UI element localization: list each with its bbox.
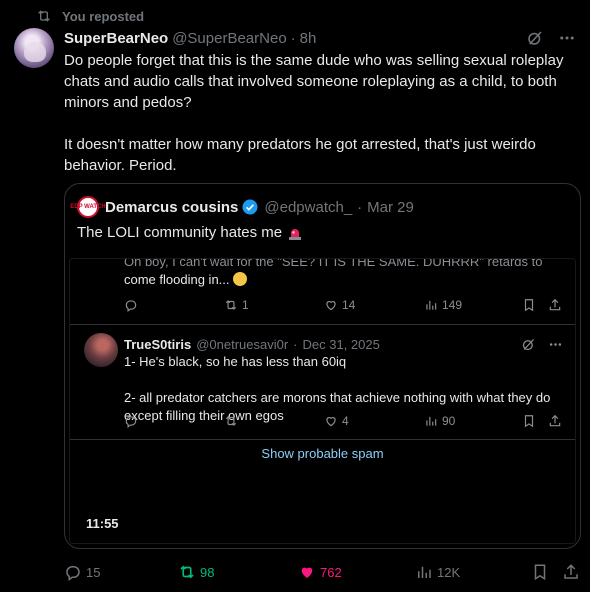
quoted-tweet[interactable]: EDP WATCH Demarcus cousins @edpwatch_ · … xyxy=(64,183,581,549)
grok-icon[interactable] xyxy=(521,337,536,352)
repost-button[interactable]: 1 xyxy=(224,298,249,312)
author-handle[interactable]: @SuperBearNeo xyxy=(172,30,286,47)
bookmark-icon xyxy=(524,415,534,428)
share-icon xyxy=(549,414,561,427)
show-probable-spam-link[interactable]: Show probable spam xyxy=(70,446,575,461)
heart-icon xyxy=(301,567,313,578)
verified-badge-icon xyxy=(242,199,258,215)
dot-separator: · xyxy=(293,336,298,352)
views-icon xyxy=(418,566,431,578)
quote-date[interactable]: Mar 29 xyxy=(367,199,414,216)
reply-header: TrueS0tiris @0netruesavi0r · Dec 31, 202… xyxy=(124,335,563,353)
reply-stats: 4 90 xyxy=(124,414,564,430)
reply-line-1: 1- He's black, so he has less than 60iq xyxy=(124,354,347,369)
reply-icon xyxy=(125,416,137,428)
like-button[interactable]: 14 xyxy=(324,298,355,312)
siren-emoji-icon xyxy=(289,228,302,240)
like-count: 14 xyxy=(342,298,356,312)
quote-author-handle[interactable]: @edpwatch_ xyxy=(264,199,352,216)
previous-reply-stats: 1 14 149 xyxy=(124,298,564,314)
like-count: 4 xyxy=(342,414,349,428)
like-count: 762 xyxy=(320,564,342,580)
quote-author-name[interactable]: Demarcus cousins xyxy=(105,199,238,216)
quote-avatar-text: EDP WATCH xyxy=(70,204,106,210)
repost-icon xyxy=(225,416,237,426)
reply-icon xyxy=(125,300,137,312)
grimace-emoji-icon xyxy=(232,272,247,286)
reply-button[interactable] xyxy=(124,414,142,428)
repost-indicator: You reposted xyxy=(36,7,144,25)
share-button[interactable] xyxy=(548,298,562,312)
reply-count: 15 xyxy=(86,564,101,580)
share-button[interactable] xyxy=(548,414,562,428)
repost-count: 1 xyxy=(242,298,249,312)
share-icon xyxy=(564,564,578,579)
divider xyxy=(70,439,575,440)
like-button[interactable]: 4 xyxy=(324,414,349,428)
quote-text-row: The LOLI community hates me xyxy=(77,224,303,241)
views-button[interactable]: 90 xyxy=(424,414,455,428)
previous-reply-line-1: Oh boy, I can't wait for the "SEE? IT IS… xyxy=(124,258,543,269)
tweet-text-paragraph-1: Do people forget that this is the same d… xyxy=(64,52,564,111)
more-icon[interactable] xyxy=(558,29,576,47)
divider xyxy=(70,324,575,325)
previous-reply-text: Oh boy, I can't wait for the "SEE? IT IS… xyxy=(124,258,564,289)
views-count: 90 xyxy=(442,414,456,428)
tweet-action-bar: 15 98 762 12K xyxy=(64,563,584,583)
tweet-text: Do people forget that this is the same d… xyxy=(64,50,574,176)
heart-icon xyxy=(326,301,336,311)
tweet-time[interactable]: 8h xyxy=(300,30,317,47)
repost-icon xyxy=(225,300,237,310)
bookmark-button[interactable] xyxy=(522,414,536,428)
heart-icon xyxy=(326,417,336,427)
repost-count: 98 xyxy=(200,564,215,580)
tweet-text-paragraph-2: It doesn't matter how many predators he … xyxy=(64,136,536,174)
bookmark-button[interactable] xyxy=(531,563,549,581)
reply-date[interactable]: Dec 31, 2025 xyxy=(303,337,380,352)
dot-separator: · xyxy=(290,29,296,47)
repost-icon xyxy=(180,565,194,579)
repost-button[interactable]: 98 xyxy=(178,563,214,581)
quote-avatar[interactable]: EDP WATCH xyxy=(70,196,106,218)
share-icon xyxy=(549,298,561,311)
bookmark-button[interactable] xyxy=(522,298,536,312)
grok-icon[interactable] xyxy=(526,29,544,47)
author-name[interactable]: SuperBearNeo xyxy=(64,30,168,47)
reply-icon xyxy=(66,566,80,581)
views-count: 149 xyxy=(442,298,463,312)
repost-button[interactable] xyxy=(224,414,242,428)
views-button[interactable]: 149 xyxy=(424,298,462,312)
reply-author-avatar[interactable] xyxy=(84,333,118,367)
repost-label: You reposted xyxy=(62,8,145,24)
bookmark-icon xyxy=(524,299,534,312)
reply-author-handle[interactable]: @0netruesavi0r xyxy=(196,337,288,352)
dot-separator: · xyxy=(357,198,363,216)
share-button[interactable] xyxy=(562,563,580,581)
reply-button[interactable]: 15 xyxy=(64,563,100,581)
views-icon xyxy=(426,300,437,310)
author-avatar[interactable] xyxy=(14,28,54,68)
previous-reply-line-2: come flooding in... xyxy=(124,272,230,287)
quote-header: EDP WATCH Demarcus cousins @edpwatch_ · … xyxy=(70,196,568,218)
like-button[interactable]: 762 xyxy=(298,563,342,581)
tweet-header: SuperBearNeo @SuperBearNeo · 8h xyxy=(64,28,576,48)
views-icon xyxy=(426,416,437,426)
video-timestamp: 11:55 xyxy=(86,516,119,531)
bookmark-icon xyxy=(534,564,546,581)
repost-icon xyxy=(38,10,50,22)
reply-button[interactable] xyxy=(124,298,142,312)
more-icon[interactable] xyxy=(548,337,563,352)
views-button[interactable]: 12K xyxy=(415,563,460,581)
quoted-media-screenshot[interactable]: Oh boy, I can't wait for the "SEE? IT IS… xyxy=(69,258,576,544)
quote-text: The LOLI community hates me xyxy=(77,224,283,241)
views-count: 12K xyxy=(437,564,461,580)
reply-author-name[interactable]: TrueS0tiris xyxy=(124,337,191,352)
